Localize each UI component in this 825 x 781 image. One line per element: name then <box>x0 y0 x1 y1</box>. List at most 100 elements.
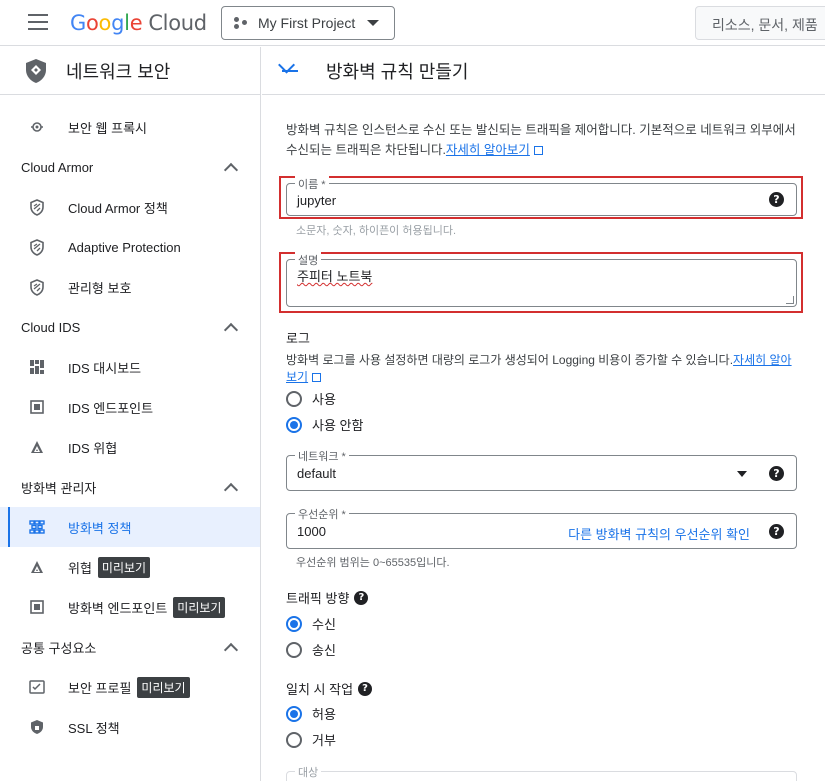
radio-button[interactable] <box>286 390 302 407</box>
dropdown-caret-icon <box>737 471 747 477</box>
external-link-icon <box>533 146 543 155</box>
sidebar-item-label: 관리형 보호 <box>68 280 132 296</box>
sidebar-item-adaptive-protection[interactable]: Adaptive Protection <box>0 227 260 267</box>
network-security-icon <box>26 58 46 83</box>
endpoint-icon <box>28 398 46 416</box>
network-select[interactable]: 네트워크 * default ? <box>286 448 797 491</box>
priority-field[interactable]: 우선순위 * 1000 다른 방화벽 규칙의 우선순위 확인 ? <box>286 506 797 549</box>
armor-shield-icon <box>28 278 46 296</box>
target-label: 대상 <box>295 764 322 780</box>
section-common-components[interactable]: 공통 구성요소 <box>0 627 260 667</box>
dashboard-icon <box>28 358 46 376</box>
target-select[interactable]: 대상 <box>286 764 797 781</box>
resize-handle[interactable] <box>786 296 794 304</box>
armor-shield-icon <box>28 198 46 216</box>
chevron-down-icon <box>367 20 380 26</box>
sidebar-item-ids-endpoint[interactable]: IDS 엔드포인트 <box>0 387 260 427</box>
project-selector[interactable]: My First Project <box>221 6 395 40</box>
section-cloud-ids[interactable]: Cloud IDS <box>0 307 260 347</box>
radio-label: 송신 <box>312 643 336 658</box>
chevron-up-icon <box>223 482 239 497</box>
help-icon[interactable]: ? <box>358 681 373 696</box>
search-input[interactable]: 리소스, 문서, 제품 <box>695 6 825 40</box>
sidebar-item-ids-threat[interactable]: IDS 위협 <box>0 427 260 467</box>
name-value: jupyter <box>297 193 337 208</box>
sidebar-item-label: 방화벽 정책 <box>68 520 132 536</box>
traffic-direction-title: 트래픽 방향? <box>286 588 369 607</box>
help-icon[interactable]: ? <box>769 466 784 481</box>
logs-off-radio[interactable]: 사용 안함 <box>286 415 363 434</box>
network-value: default <box>297 466 337 481</box>
chevron-up-icon <box>223 322 239 337</box>
description-value: 주피터 노트북 <box>297 269 373 284</box>
radio-label: 사용 안함 <box>312 418 364 433</box>
back-arrow-icon[interactable] <box>280 61 300 81</box>
section-title: Cloud IDS <box>21 319 81 335</box>
radio-button-selected[interactable] <box>286 705 302 722</box>
allow-radio[interactable]: 허용 <box>286 704 336 723</box>
threat-icon <box>28 438 46 456</box>
sidebar-item-managed-protection[interactable]: 관리형 보호 <box>0 267 260 307</box>
sidebar-item-firewall-policy[interactable]: 방화벽 정책 <box>0 507 260 547</box>
radio-button-selected[interactable] <box>286 416 302 433</box>
logs-text: 방화벽 로그를 사용 설정하면 대량의 로그가 생성되어 Logging 비용이… <box>286 353 734 367</box>
sidebar-item-label: 보안 프로필 <box>68 680 132 696</box>
firewall-policy-icon <box>28 518 46 536</box>
action-on-match-title: 일치 시 작업? <box>286 679 373 698</box>
endpoint-icon <box>28 598 46 616</box>
name-label: 이름 * <box>295 176 329 192</box>
radio-button-selected[interactable] <box>286 615 302 632</box>
armor-shield-icon <box>28 238 46 256</box>
sidebar-item-secure-web-proxy[interactable]: 보안 웹 프록시 <box>0 107 260 147</box>
help-icon[interactable]: ? <box>354 590 369 605</box>
page-description: 방화벽 규칙은 인스턴스로 수신 또는 발신되는 트래픽을 제어합니다. 기본적… <box>286 120 798 160</box>
deny-radio[interactable]: 거부 <box>286 730 336 749</box>
preview-badge: 미리보기 <box>173 596 226 618</box>
logs-title: 로그 <box>286 331 310 346</box>
sidebar-title: 네트워크 보안 <box>66 61 171 82</box>
radio-button[interactable] <box>286 731 302 748</box>
section-firewall-manager[interactable]: 방화벽 관리자 <box>0 467 260 507</box>
priority-hint: 우선순위 범위는 0~65535입니다. <box>296 557 450 569</box>
sidebar-item-label: 위협 <box>68 560 92 576</box>
name-field[interactable]: 이름 * jupyter ? <box>286 176 797 216</box>
sidebar-item-label: IDS 대시보드 <box>68 360 142 376</box>
check-priority-link[interactable]: 다른 방화벽 규칙의 우선순위 확인 <box>568 524 750 543</box>
sidebar-item-ssl-policy[interactable]: SSL 정책 <box>0 707 260 747</box>
sidebar-item-security-profile[interactable]: 보안 프로필 미리보기 <box>0 667 260 707</box>
sidebar-header: 네트워크 보안 <box>0 47 260 95</box>
help-icon[interactable]: ? <box>769 524 784 539</box>
egress-radio[interactable]: 송신 <box>286 640 336 659</box>
project-name: My First Project <box>258 15 356 31</box>
radio-label: 허용 <box>312 707 336 722</box>
external-link-icon <box>312 373 322 382</box>
radio-label: 수신 <box>312 617 336 632</box>
sidebar-item-threat[interactable]: 위협 미리보기 <box>0 547 260 587</box>
web-proxy-icon <box>28 118 46 136</box>
priority-value: 1000 <box>297 524 326 539</box>
help-icon[interactable]: ? <box>769 192 784 207</box>
page-title: 방화벽 규칙 만들기 <box>326 61 469 82</box>
sidebar-item-firewall-endpoint[interactable]: 방화벽 엔드포인트 미리보기 <box>0 587 260 627</box>
google-cloud-logo[interactable]: Google Cloud <box>70 11 207 35</box>
description-field[interactable]: 설명 주피터 노트북 <box>286 252 797 307</box>
radio-label: 거부 <box>312 733 336 748</box>
section-cloud-armor[interactable]: Cloud Armor <box>0 147 260 187</box>
sidebar-item-label: SSL 정책 <box>68 720 120 736</box>
logs-description: 방화벽 로그를 사용 설정하면 대량의 로그가 생성되어 Logging 비용이… <box>286 352 801 386</box>
sidebar-item-label: IDS 위협 <box>68 440 118 456</box>
section-title: Cloud Armor <box>21 159 94 175</box>
logs-on-radio[interactable]: 사용 <box>286 389 336 408</box>
security-profile-icon <box>28 678 46 696</box>
preview-badge: 미리보기 <box>97 556 151 578</box>
sidebar-item-ids-dashboard[interactable]: IDS 대시보드 <box>0 347 260 387</box>
learn-more-link[interactable]: 자세히 알아보기 <box>446 143 530 157</box>
chevron-up-icon <box>223 162 239 177</box>
sidebar-item-cloud-armor-policy[interactable]: Cloud Armor 정책 <box>0 187 260 227</box>
radio-button[interactable] <box>286 641 302 658</box>
menu-icon[interactable] <box>28 14 48 30</box>
sidebar-item-label: 방화벽 엔드포인트 <box>68 600 168 616</box>
priority-label: 우선순위 * <box>295 506 349 522</box>
ingress-radio[interactable]: 수신 <box>286 614 336 633</box>
preview-badge: 미리보기 <box>137 676 190 698</box>
